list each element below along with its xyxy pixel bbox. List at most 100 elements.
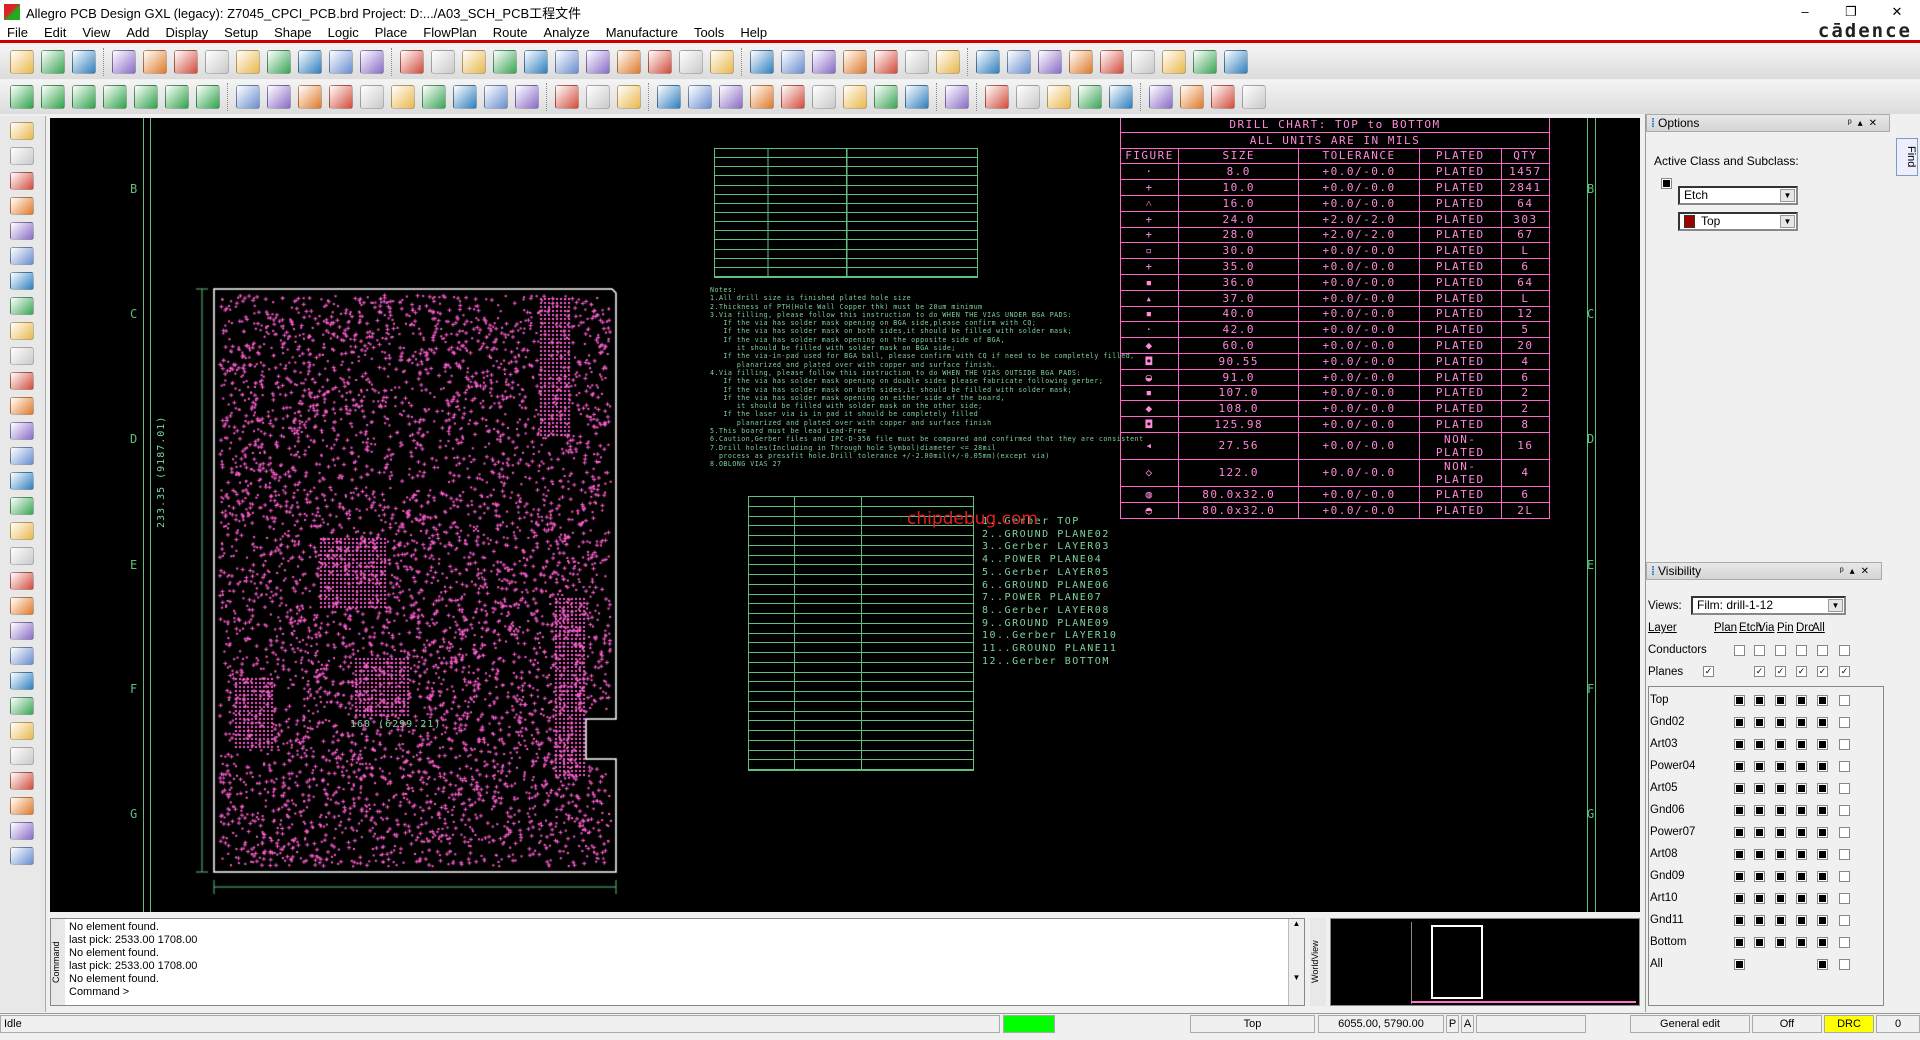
hug-icon[interactable] — [10, 672, 34, 690]
layer-visibility-checkbox[interactable] — [1796, 805, 1807, 816]
layer-visibility-checkbox[interactable] — [1734, 783, 1745, 794]
layer-visibility-checkbox[interactable] — [1734, 915, 1745, 926]
diff-icon[interactable] — [10, 772, 34, 790]
worldview-tab[interactable]: WorldView — [1310, 918, 1326, 1006]
menu-view[interactable]: View — [75, 24, 119, 40]
move-icon[interactable] — [112, 50, 136, 74]
refresh-icon[interactable] — [648, 50, 672, 74]
panel-controls[interactable]: ᵖ▴✕ — [1848, 118, 1889, 129]
3d-plan-icon[interactable] — [936, 50, 960, 74]
layer-visibility-checkbox[interactable] — [1817, 871, 1828, 882]
pin-icon[interactable] — [10, 172, 34, 190]
sig-2-icon[interactable] — [1016, 85, 1040, 109]
add-poly-icon[interactable] — [360, 85, 384, 109]
zoom-fit-icon[interactable] — [431, 50, 455, 74]
menu-setup[interactable]: Setup — [217, 24, 267, 40]
zoom-in-icon[interactable] — [524, 50, 548, 74]
views-dropdown[interactable]: Film: drill-1-12 ▼ — [1691, 596, 1846, 615]
layer-visibility-checkbox[interactable] — [1839, 959, 1850, 970]
snap-icon[interactable] — [10, 847, 34, 865]
layer-visibility-checkbox[interactable] — [1817, 937, 1828, 948]
select-icon[interactable] — [329, 85, 353, 109]
refdes-icon[interactable] — [781, 85, 805, 109]
command-scrollbar[interactable]: ▲ ▼ — [1288, 919, 1304, 1005]
menu-place[interactable]: Place — [368, 24, 417, 40]
menu-logic[interactable]: Logic — [321, 24, 368, 40]
add-rect-icon[interactable] — [267, 85, 291, 109]
layer-visibility-checkbox[interactable] — [1754, 695, 1765, 706]
layer-visibility-checkbox[interactable] — [1839, 717, 1850, 728]
layer-visibility-checkbox[interactable] — [1775, 915, 1786, 926]
zoom-world-icon[interactable] — [586, 50, 610, 74]
etch-via-icon[interactable] — [41, 85, 65, 109]
property-icon[interactable] — [1007, 50, 1031, 74]
layer-visibility-checkbox[interactable] — [1734, 739, 1745, 750]
odb-icon[interactable] — [657, 85, 681, 109]
rotate-icon[interactable] — [10, 622, 34, 640]
layer-visibility-checkbox[interactable] — [1817, 827, 1828, 838]
layer-visibility-checkbox[interactable] — [1839, 937, 1850, 948]
layer-visibility-checkbox[interactable] — [1754, 717, 1765, 728]
command-window[interactable]: Command No element found. last pick: 2533… — [50, 918, 1305, 1006]
zoom-prev-icon[interactable] — [617, 50, 641, 74]
layer-visibility-checkbox[interactable] — [1734, 761, 1745, 772]
layer-visibility-checkbox[interactable] — [1839, 761, 1850, 772]
layer-color-swatch[interactable] — [1661, 178, 1672, 189]
layer-visibility-checkbox[interactable] — [1775, 849, 1786, 860]
layer-visibility-checkbox[interactable] — [1839, 893, 1850, 904]
etch-icon[interactable] — [10, 122, 34, 140]
visibility-column-via[interactable]: Via — [1758, 622, 1774, 634]
sig-1-icon[interactable] — [985, 85, 1009, 109]
layer-visibility-checkbox[interactable] — [1754, 893, 1765, 904]
copy-icon[interactable] — [10, 372, 34, 390]
layer-visibility-checkbox[interactable] — [1796, 937, 1807, 948]
layer-visibility-checkbox[interactable] — [1734, 937, 1745, 948]
grid-toggle-icon[interactable] — [400, 50, 424, 74]
layer-visibility-checkbox[interactable] — [1817, 739, 1828, 750]
visibility-column-plan[interactable]: Plan — [1714, 622, 1737, 634]
sig-5-icon[interactable] — [1109, 85, 1133, 109]
save-icon[interactable] — [72, 50, 96, 74]
layers-icon[interactable] — [812, 50, 836, 74]
shape-fill-icon[interactable] — [329, 50, 353, 74]
layer-visibility-checkbox[interactable] — [1775, 805, 1786, 816]
layer-visibility-checkbox[interactable] — [1775, 827, 1786, 838]
bus-icon[interactable] — [10, 522, 34, 540]
layer-visibility-checkbox[interactable] — [1839, 915, 1850, 926]
layer-visibility-checkbox[interactable] — [1817, 959, 1828, 970]
stack-icon[interactable] — [10, 247, 34, 265]
redo-icon[interactable] — [267, 50, 291, 74]
planes-checkbox[interactable]: ✓ — [1839, 666, 1850, 677]
flip-icon[interactable] — [710, 50, 734, 74]
layer-visibility-checkbox[interactable] — [1796, 871, 1807, 882]
color-icon[interactable] — [781, 50, 805, 74]
dfa-icon[interactable] — [905, 50, 929, 74]
pin-icon[interactable] — [360, 50, 384, 74]
layer-visibility-checkbox[interactable] — [1796, 695, 1807, 706]
conductors-checkbox[interactable] — [1734, 645, 1745, 656]
status-drc[interactable]: DRC — [1824, 1015, 1874, 1033]
waveform-icon[interactable] — [945, 85, 969, 109]
redo-down2-icon[interactable] — [298, 50, 322, 74]
snapshot-icon[interactable] — [750, 85, 774, 109]
menu-shape[interactable]: Shape — [267, 24, 321, 40]
shadow-dim-icon[interactable] — [1131, 50, 1155, 74]
dim-measure-icon[interactable] — [617, 85, 641, 109]
text-icon[interactable] — [10, 472, 34, 490]
menu-display[interactable]: Display — [158, 24, 217, 40]
layer-visibility-checkbox[interactable] — [1754, 739, 1765, 750]
conductors-checkbox[interactable] — [1839, 645, 1850, 656]
layer-visibility-checkbox[interactable] — [1817, 849, 1828, 860]
copy-out-icon[interactable] — [1149, 85, 1173, 109]
layer-visibility-checkbox[interactable] — [1839, 695, 1850, 706]
layer-visibility-checkbox[interactable] — [1796, 849, 1807, 860]
layer-visibility-checkbox[interactable] — [1775, 717, 1786, 728]
layer-visibility-checkbox[interactable] — [1839, 739, 1850, 750]
command-line[interactable]: Command > — [69, 986, 197, 999]
add-circle-icon[interactable] — [298, 85, 322, 109]
net-icon[interactable] — [10, 422, 34, 440]
bus2-icon[interactable] — [10, 597, 34, 615]
conductors-checkbox[interactable] — [1754, 645, 1765, 656]
layer-visibility-checkbox[interactable] — [1839, 783, 1850, 794]
command-tab[interactable]: Command — [51, 919, 65, 1005]
